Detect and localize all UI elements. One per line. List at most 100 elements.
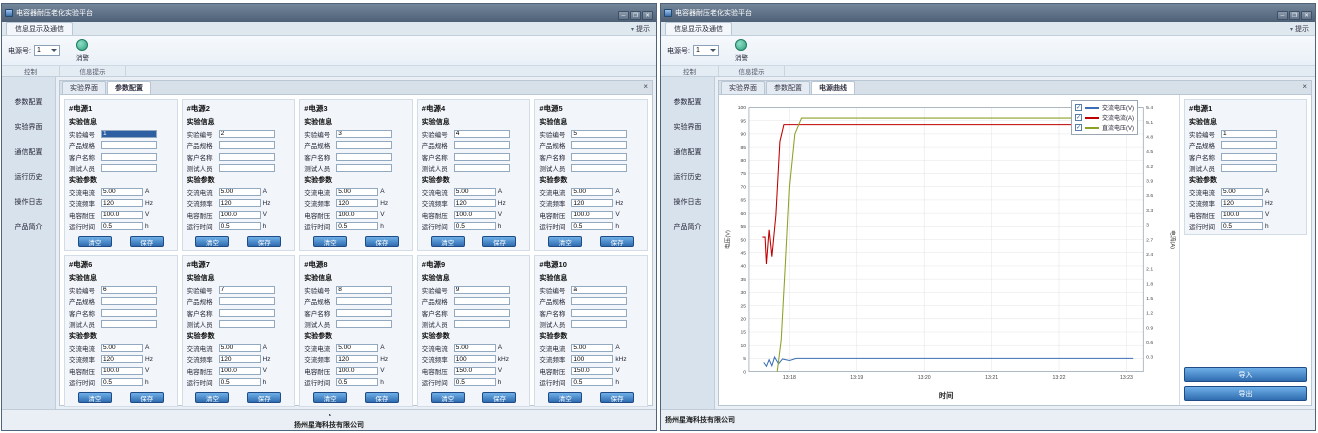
param-input[interactable]	[571, 355, 613, 363]
param-input[interactable]	[336, 367, 378, 375]
param-input[interactable]	[219, 188, 261, 196]
field-input[interactable]	[101, 320, 157, 328]
legend-entry[interactable]: ✓直流电压(V)	[1075, 123, 1134, 132]
close-button[interactable]: ✕	[642, 11, 653, 20]
param-input[interactable]	[336, 222, 378, 230]
minimize-button[interactable]: ─	[1277, 11, 1288, 20]
save-button[interactable]: 保存	[482, 236, 516, 247]
param-input[interactable]	[101, 344, 143, 352]
field-input[interactable]	[571, 320, 627, 328]
field-input[interactable]	[219, 141, 275, 149]
clear-button[interactable]: 清空	[78, 236, 112, 247]
close-pane-icon[interactable]: ×	[1302, 82, 1307, 91]
param-input[interactable]	[1221, 211, 1263, 219]
param-input[interactable]	[454, 211, 496, 219]
param-input[interactable]	[336, 378, 378, 386]
hint-button[interactable]: ▾提示	[1290, 24, 1311, 35]
field-input[interactable]	[336, 320, 392, 328]
param-input[interactable]	[101, 199, 143, 207]
sidebar-item-5[interactable]: 操作日志	[661, 189, 714, 214]
close-button[interactable]: ✕	[1301, 11, 1312, 20]
clear-button[interactable]: 清空	[195, 392, 229, 403]
field-input[interactable]	[1221, 141, 1277, 149]
param-input[interactable]	[219, 344, 261, 352]
field-input[interactable]	[101, 153, 157, 161]
save-button[interactable]: 保存	[247, 236, 281, 247]
param-input[interactable]	[1221, 199, 1263, 207]
field-input[interactable]	[219, 320, 275, 328]
save-button[interactable]: 保存	[600, 236, 634, 247]
param-input[interactable]	[571, 367, 613, 375]
param-input[interactable]	[219, 378, 261, 386]
field-input[interactable]	[454, 164, 510, 172]
titlebar[interactable]: 电容器耐压老化实验平台 ─❐✕	[2, 4, 656, 22]
minimize-button[interactable]: ─	[618, 11, 629, 20]
titlebar[interactable]: 电容器耐压老化实验平台 ─❐✕	[661, 4, 1315, 22]
sidebar-item-2[interactable]: 实验界面	[661, 114, 714, 139]
field-input[interactable]	[219, 297, 275, 305]
import-button[interactable]: 导入	[1184, 367, 1307, 382]
param-input[interactable]	[101, 367, 143, 375]
param-input[interactable]	[571, 211, 613, 219]
field-input[interactable]	[336, 297, 392, 305]
tab-right-3[interactable]: 电源曲线	[811, 81, 855, 94]
param-input[interactable]	[219, 222, 261, 230]
alarm-clear-button[interactable]: 消警	[731, 38, 752, 63]
param-input[interactable]	[454, 355, 496, 363]
save-button[interactable]: 保存	[600, 392, 634, 403]
field-input[interactable]	[454, 130, 510, 138]
param-input[interactable]	[101, 211, 143, 219]
sidebar-item-6[interactable]: 产品简介	[661, 214, 714, 239]
field-input[interactable]	[454, 141, 510, 149]
param-input[interactable]	[571, 188, 613, 196]
field-input[interactable]	[571, 297, 627, 305]
field-input[interactable]	[336, 286, 392, 294]
field-input[interactable]	[219, 153, 275, 161]
param-input[interactable]	[454, 367, 496, 375]
param-input[interactable]	[336, 355, 378, 363]
save-button[interactable]: 保存	[130, 392, 164, 403]
param-input[interactable]	[454, 344, 496, 352]
power-number-select[interactable]: 1	[34, 45, 60, 56]
param-input[interactable]	[219, 199, 261, 207]
clear-button[interactable]: 清空	[195, 236, 229, 247]
field-input[interactable]	[219, 309, 275, 317]
hint-button[interactable]: ▾提示	[631, 24, 652, 35]
sidebar-item-3[interactable]: 通信配置	[2, 139, 55, 164]
legend-entry[interactable]: ✓交流电压(V)	[1075, 103, 1134, 112]
field-input[interactable]	[571, 286, 627, 294]
field-input[interactable]	[336, 309, 392, 317]
legend-checkbox[interactable]: ✓	[1075, 114, 1082, 121]
save-button[interactable]: 保存	[365, 236, 399, 247]
field-input[interactable]	[336, 141, 392, 149]
param-input[interactable]	[1221, 188, 1263, 196]
field-input[interactable]	[454, 286, 510, 294]
clear-button[interactable]: 清空	[313, 392, 347, 403]
tab-right-2[interactable]: 参数配置	[766, 81, 810, 94]
param-input[interactable]	[219, 211, 261, 219]
field-input[interactable]	[336, 153, 392, 161]
power-number-select[interactable]: 1	[693, 45, 719, 56]
field-input[interactable]	[1221, 164, 1277, 172]
param-input[interactable]	[336, 344, 378, 352]
param-input[interactable]	[101, 222, 143, 230]
param-input[interactable]	[101, 188, 143, 196]
ribbon-tab-info-comm[interactable]: 信息显示及通信	[6, 22, 73, 35]
param-input[interactable]	[571, 222, 613, 230]
export-button[interactable]: 导出	[1184, 386, 1307, 401]
sidebar-item-2[interactable]: 实验界面	[2, 114, 55, 139]
legend-checkbox[interactable]: ✓	[1075, 104, 1082, 111]
legend-checkbox[interactable]: ✓	[1075, 124, 1082, 131]
param-input[interactable]	[336, 199, 378, 207]
ribbon-tab-info-comm[interactable]: 信息显示及通信	[665, 22, 732, 35]
sidebar-item-4[interactable]: 运行历史	[661, 164, 714, 189]
maximize-button[interactable]: ❐	[630, 11, 641, 20]
param-input[interactable]	[571, 199, 613, 207]
field-input[interactable]	[571, 153, 627, 161]
field-input[interactable]	[101, 130, 157, 138]
field-input[interactable]	[571, 130, 627, 138]
save-button[interactable]: 保存	[482, 392, 516, 403]
sidebar-item-1[interactable]: 参数配置	[661, 89, 714, 114]
alarm-clear-button[interactable]: 消警	[72, 38, 93, 63]
save-button[interactable]: 保存	[130, 236, 164, 247]
